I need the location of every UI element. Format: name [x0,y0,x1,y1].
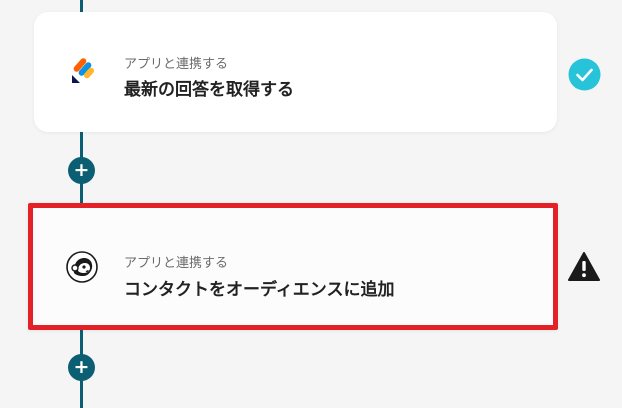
warning-icon [567,251,601,286]
step-title: 最新の回答を取得する [124,80,294,100]
mailchimp-logo-icon [66,251,98,283]
add-step-button[interactable]: + [68,157,95,184]
jotform-logo-icon [68,56,98,86]
step-subtitle: アプリと連携する [124,256,229,271]
step-title: コンタクトをオーディエンスに追加 [124,280,395,300]
step-subtitle: アプリと連携する [124,57,229,72]
flow-connector-top [80,0,83,12]
step-card-get-latest-response[interactable]: アプリと連携する 最新の回答を取得する [34,12,557,132]
check-circle-icon [568,58,601,95]
add-step-button[interactable]: + [68,354,95,381]
step-card-add-contact-to-audience[interactable]: アプリと連携する コンタクトをオーディエンスに追加 [28,203,558,330]
